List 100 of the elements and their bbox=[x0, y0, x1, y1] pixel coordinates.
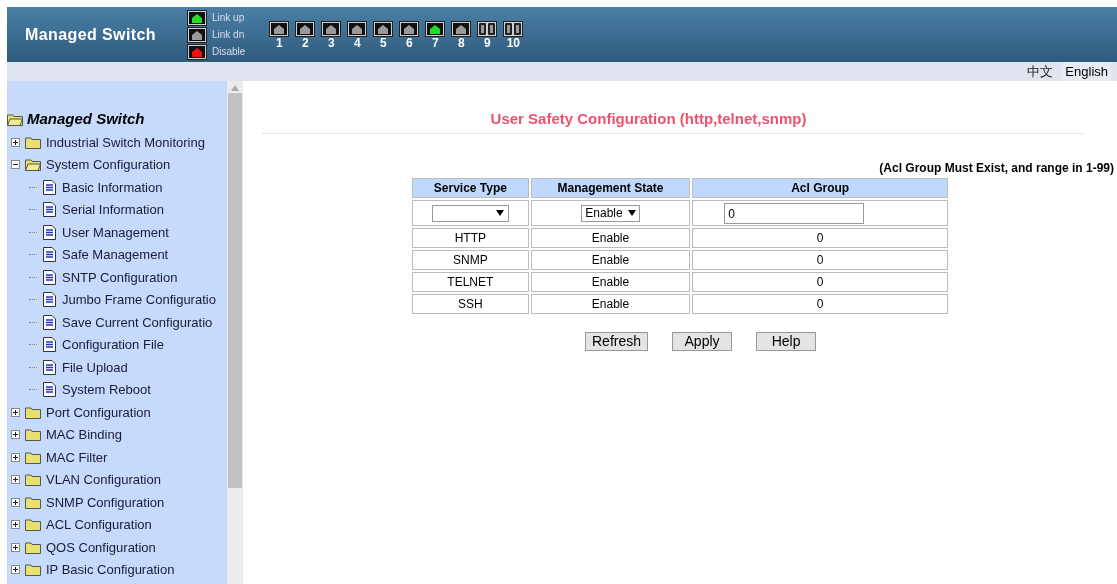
folder-icon bbox=[25, 450, 41, 464]
tree-item[interactable]: IP Basic Configuration bbox=[46, 560, 175, 580]
tree-item[interactable]: File Upload bbox=[62, 357, 128, 377]
tree-item[interactable]: Serial Information bbox=[62, 200, 164, 220]
column-header: Acl Group bbox=[692, 177, 948, 198]
folder-icon bbox=[25, 563, 41, 577]
port-number: 1 bbox=[276, 37, 283, 50]
port-icon bbox=[425, 21, 446, 37]
app-title: Managed Switch bbox=[25, 24, 157, 45]
tree-item[interactable]: QOS Configuration bbox=[46, 537, 156, 557]
document-icon bbox=[43, 337, 56, 353]
port-icon bbox=[477, 21, 498, 37]
document-icon bbox=[43, 224, 56, 240]
port-status-icon bbox=[187, 9, 207, 26]
document-icon bbox=[43, 247, 56, 263]
port-number: 5 bbox=[380, 37, 387, 50]
tree-item[interactable]: Jumbo Frame Configuratio bbox=[62, 290, 216, 310]
action-button[interactable]: Refresh bbox=[585, 331, 649, 351]
acl-group-note: (Acl Group Must Exist, and range in 1-99) bbox=[878, 159, 1114, 177]
tree-item[interactable]: Configuration File bbox=[62, 335, 164, 355]
tree-item[interactable]: MAC Filter bbox=[46, 447, 108, 467]
expand-icon[interactable] bbox=[11, 542, 20, 552]
port-icon bbox=[347, 21, 368, 37]
port-number: 3 bbox=[328, 37, 335, 50]
open-folder-icon bbox=[7, 113, 23, 126]
tree-item[interactable]: SNMP Configuration bbox=[46, 492, 165, 512]
tree-item[interactable]: Safe Management bbox=[62, 245, 169, 265]
legend-label: Disable bbox=[212, 45, 246, 59]
document-icon bbox=[43, 292, 56, 308]
table-cell: 0 bbox=[692, 293, 948, 314]
port-number: 9 bbox=[484, 37, 491, 50]
language-link[interactable]: 中文 bbox=[1024, 61, 1057, 82]
folder-icon bbox=[25, 405, 41, 419]
folder-icon bbox=[25, 428, 41, 442]
tree-item[interactable]: ACL Configuration bbox=[46, 515, 152, 535]
document-icon bbox=[43, 359, 56, 375]
tree-root-label[interactable]: Managed Switch bbox=[27, 108, 145, 131]
expand-icon[interactable] bbox=[11, 497, 20, 507]
table-cell: Enable bbox=[530, 227, 691, 248]
tree-item[interactable]: MAC Binding bbox=[46, 425, 122, 445]
expand-icon[interactable] bbox=[11, 137, 20, 147]
port-icon bbox=[451, 21, 472, 37]
page-title: User Safety Configuration (http,telnet,snmp) bbox=[489, 109, 808, 129]
table-cell: HTTP bbox=[412, 227, 529, 248]
port-icon bbox=[373, 21, 394, 37]
document-icon bbox=[43, 179, 56, 195]
tree-item[interactable]: VLAN Configuration bbox=[46, 470, 161, 490]
table-cell: TELNET bbox=[412, 271, 529, 292]
expand-icon[interactable] bbox=[11, 475, 20, 485]
expand-icon[interactable] bbox=[11, 520, 20, 530]
document-icon bbox=[43, 269, 56, 285]
port-icon bbox=[321, 21, 342, 37]
tree-item[interactable]: Industrial Switch Monitoring bbox=[46, 132, 205, 152]
dropdown-arrow-icon bbox=[627, 210, 636, 217]
port-icon bbox=[269, 21, 290, 37]
table-cell: Enable bbox=[530, 293, 691, 314]
expand-icon[interactable] bbox=[11, 407, 20, 417]
tree-item[interactable]: Port Configuration bbox=[46, 402, 151, 422]
tree-item[interactable]: System Reboot bbox=[62, 380, 151, 400]
dropdown-arrow-icon bbox=[495, 210, 504, 217]
folder-icon bbox=[25, 540, 41, 554]
port-icon bbox=[399, 21, 420, 37]
port-number: 2 bbox=[302, 37, 309, 50]
table-cell: 0 bbox=[692, 227, 948, 248]
acl-group-input[interactable]: 0 bbox=[724, 203, 865, 224]
tree-item[interactable]: Save Current Configuratio bbox=[62, 312, 213, 332]
tree-item[interactable]: System Configuration bbox=[46, 155, 171, 175]
port-icon bbox=[503, 21, 524, 37]
scrollbar[interactable] bbox=[227, 81, 243, 584]
folder-icon bbox=[25, 473, 41, 487]
document-icon bbox=[43, 382, 56, 398]
legend-label: Link up bbox=[212, 11, 245, 25]
service-type-select[interactable] bbox=[431, 204, 509, 222]
tree-item[interactable]: Basic Information bbox=[62, 177, 163, 197]
port-number: 6 bbox=[406, 37, 413, 50]
tree-item[interactable]: User Management bbox=[62, 222, 169, 242]
table-cell: Enable bbox=[530, 271, 691, 292]
management-state-select[interactable]: Enable bbox=[581, 204, 640, 222]
expand-icon[interactable] bbox=[11, 565, 20, 575]
tree-item[interactable]: SNTP Configuration bbox=[62, 267, 178, 287]
table-cell: 0 bbox=[692, 249, 948, 270]
port-number: 8 bbox=[458, 37, 465, 50]
folder-icon bbox=[25, 495, 41, 509]
table-cell: 0 bbox=[692, 271, 948, 292]
action-button[interactable]: Apply bbox=[672, 331, 733, 351]
port-icon bbox=[295, 21, 316, 37]
open-folder-icon bbox=[25, 158, 41, 172]
port-number: 10 bbox=[506, 37, 521, 50]
column-header: Management State bbox=[530, 177, 691, 198]
table-cell: SSH bbox=[412, 293, 529, 314]
expand-icon[interactable] bbox=[11, 430, 20, 440]
collapse-icon[interactable] bbox=[11, 160, 20, 170]
table-cell: Enable bbox=[530, 249, 691, 270]
expand-icon[interactable] bbox=[11, 452, 20, 462]
action-button[interactable]: Help bbox=[756, 331, 817, 351]
port-status-icon bbox=[187, 43, 207, 60]
folder-icon bbox=[25, 518, 41, 532]
table-cell: SNMP bbox=[412, 249, 529, 270]
document-icon bbox=[43, 314, 56, 330]
port-number: 4 bbox=[354, 37, 361, 50]
